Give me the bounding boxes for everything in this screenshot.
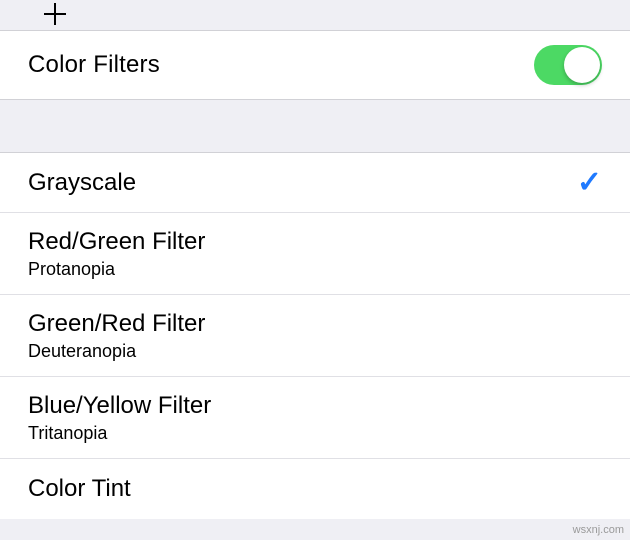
filter-option-grayscale[interactable]: Grayscale ✓ — [0, 153, 630, 213]
filter-option-green-red[interactable]: Green/Red Filter Deuteranopia — [0, 295, 630, 377]
filter-subtitle: Protanopia — [28, 259, 205, 280]
filter-title: Red/Green Filter — [28, 227, 205, 257]
plus-icon[interactable] — [44, 3, 66, 25]
filter-option-blue-yellow[interactable]: Blue/Yellow Filter Tritanopia — [0, 377, 630, 459]
filter-title: Green/Red Filter — [28, 309, 205, 339]
watermark: wsxnj.com — [573, 524, 624, 536]
filter-title: Grayscale — [28, 168, 136, 198]
filter-subtitle: Deuteranopia — [28, 341, 205, 362]
section-gap — [0, 100, 630, 152]
color-filters-label: Color Filters — [28, 51, 160, 79]
switch-knob — [564, 47, 600, 83]
color-filters-toggle-row[interactable]: Color Filters — [0, 30, 630, 100]
filter-title: Color Tint — [28, 474, 131, 504]
top-bar — [0, 0, 630, 30]
color-filters-switch[interactable] — [534, 45, 602, 85]
filter-subtitle: Tritanopia — [28, 423, 211, 444]
filter-option-red-green[interactable]: Red/Green Filter Protanopia — [0, 213, 630, 295]
checkmark-icon: ✓ — [577, 168, 602, 198]
filter-title: Blue/Yellow Filter — [28, 391, 211, 421]
filter-option-color-tint[interactable]: Color Tint — [0, 459, 630, 519]
filter-list: Grayscale ✓ Red/Green Filter Protanopia … — [0, 152, 630, 519]
